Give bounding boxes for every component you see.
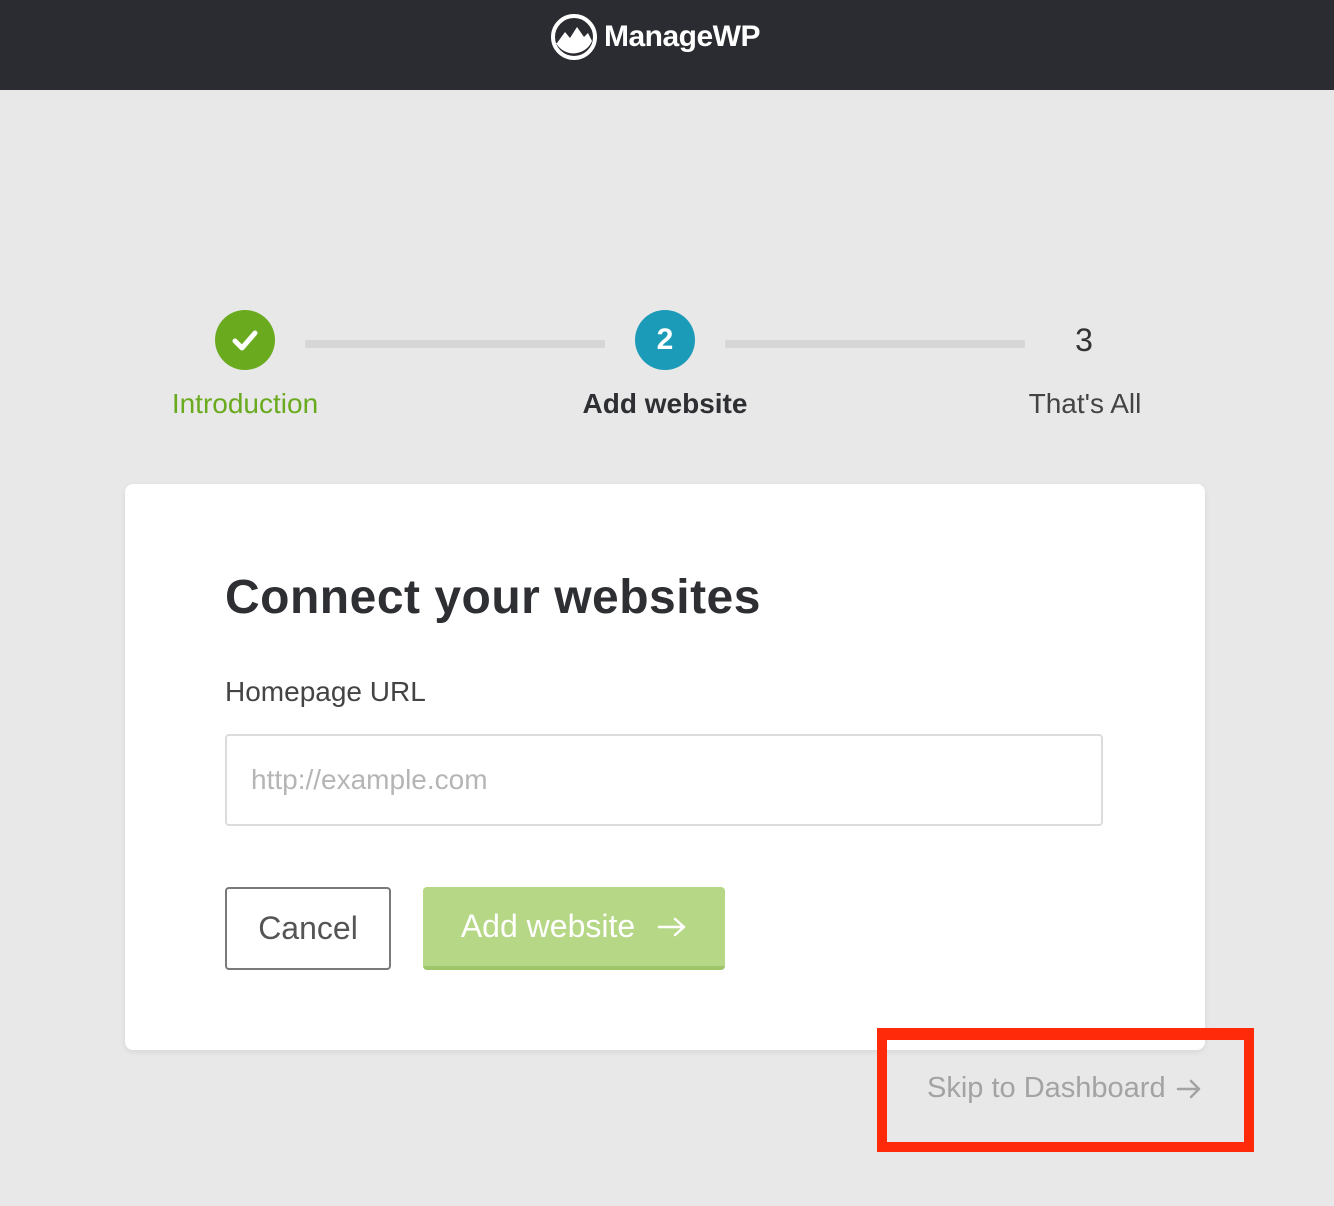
connect-website-card: Connect your websites Homepage URL Cance…	[125, 484, 1205, 1050]
skip-to-dashboard-link[interactable]: Skip to Dashboard	[927, 1072, 1202, 1105]
cancel-button[interactable]: Cancel	[225, 887, 391, 970]
step-connector-1	[305, 340, 605, 348]
card-title: Connect your websites	[225, 571, 761, 624]
step-2-label: Add website	[582, 388, 748, 419]
homepage-url-input[interactable]	[225, 734, 1103, 826]
homepage-url-label: Homepage URL	[225, 676, 426, 707]
arrow-right-icon	[1176, 1079, 1200, 1098]
progress-stepper: Introduction 2 Add website 3 That's All	[0, 0, 1334, 440]
add-website-button-label: Add website	[460, 908, 636, 944]
check-icon	[232, 330, 258, 351]
skip-to-dashboard-label: Skip to Dashboard	[927, 1072, 1166, 1104]
step-connector-2	[725, 340, 1025, 348]
cancel-button-label: Cancel	[258, 910, 358, 946]
step-1-circle	[215, 310, 275, 370]
step-2-circle: 2	[635, 310, 695, 370]
step-1-label: Introduction	[171, 388, 319, 419]
add-website-button[interactable]: Add website	[423, 887, 725, 970]
step-3-number: 3	[1075, 322, 1093, 358]
arrow-right-icon	[657, 917, 686, 936]
step-3-label: That's All	[1028, 388, 1142, 419]
